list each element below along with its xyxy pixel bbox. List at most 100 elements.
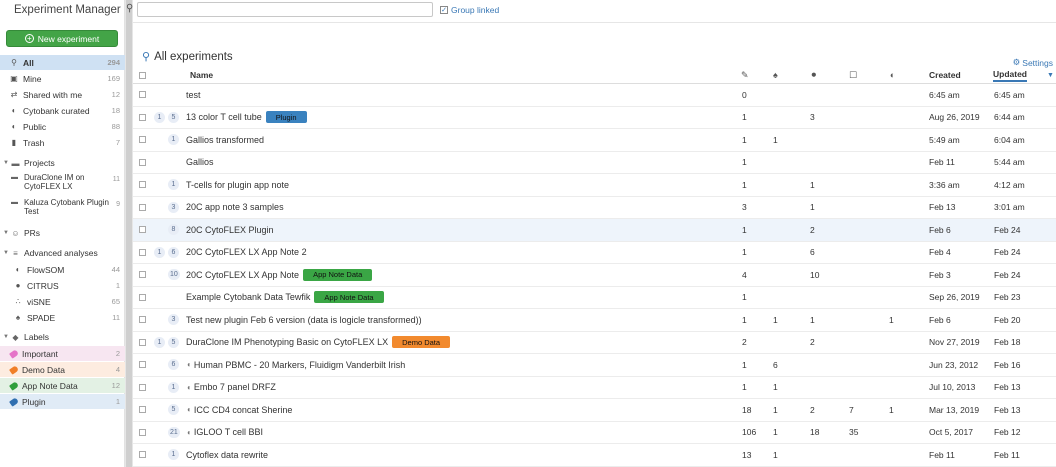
row-checkbox[interactable] — [139, 219, 146, 241]
row-badge-2[interactable]: 8 — [168, 219, 179, 241]
row-checkbox[interactable] — [139, 399, 146, 421]
column-created[interactable]: Created — [929, 67, 961, 83]
row-badge-2[interactable]: 1 — [168, 174, 179, 196]
column-updated[interactable]: Updated ▼ — [993, 67, 1054, 83]
experiment-name[interactable]: Gallios transformed — [186, 135, 264, 145]
table-row[interactable]: 21 ◐ IGLOO T cell BBI 106 1 18 35 Oct 5, 2017 Fe… — [133, 422, 1056, 444]
table-row[interactable]: 1 Gallios transformed 1 1 5:49 am 6:04 am — [133, 129, 1056, 152]
row-badge-2[interactable]: 6 — [168, 242, 179, 264]
experiment-name[interactable]: Gallios — [186, 157, 214, 167]
experiment-name[interactable]: test — [186, 90, 201, 100]
row-checkbox[interactable] — [139, 174, 146, 196]
experiment-name[interactable]: 20C CytoFLEX LX App Note 2 — [186, 247, 307, 257]
table-row[interactable]: 1 6 20C CytoFLEX LX App Note 2 1 6 Feb 4 Feb 2… — [133, 242, 1056, 264]
sidebar-label-important[interactable]: Important 2 — [0, 346, 125, 361]
table-row[interactable]: 1 Cytoflex data rewrite 13 1 Feb 11 Feb 11 — [133, 444, 1056, 467]
table-row[interactable]: 1 ◐ Embo 7 panel DRFZ 1 1 Jul 10, 2013 Feb 13 — [133, 377, 1056, 399]
sidebar-item-all[interactable]: ⚲ All 294 — [0, 55, 125, 70]
row-checkbox[interactable] — [139, 152, 146, 174]
row-checkbox[interactable] — [139, 129, 146, 151]
sidebar-section-prs[interactable]: ▼ ☺ PRs — [0, 226, 125, 240]
experiment-name[interactable]: Test new plugin Feb 6 version (data is l… — [186, 315, 422, 325]
row-badge-2[interactable]: 3 — [168, 309, 179, 331]
new-experiment-button[interactable]: + New experiment — [6, 30, 118, 47]
row-checkbox[interactable] — [139, 107, 146, 129]
table-row[interactable]: 1 T-cells for plugin app note 1 1 3:36 am 4:1… — [133, 174, 1056, 197]
row-checkbox[interactable] — [139, 84, 146, 106]
experiment-label-tag[interactable]: App Note Data — [314, 291, 384, 304]
experiment-name[interactable]: IGLOO T cell BBI — [194, 427, 263, 437]
sidebar-section-projects[interactable]: ▼ ▬ Projects — [0, 156, 125, 170]
spade-icon[interactable]: ♠ — [773, 67, 778, 83]
experiment-name[interactable]: Embo 7 panel DRFZ — [194, 382, 276, 392]
sidebar-analysis-spade[interactable]: ♠ SPADE 11 — [0, 310, 125, 325]
pencil-icon[interactable]: ✎ — [741, 67, 749, 83]
row-checkbox[interactable] — [139, 332, 146, 354]
row-badge-1[interactable]: 1 — [154, 332, 165, 354]
experiment-label-tag[interactable]: Demo Data — [392, 336, 451, 349]
sidebar-project-item[interactable]: ▬ Kaluza Cytobank Plugin Test 9 — [0, 198, 125, 216]
table-row[interactable]: 3 20C app note 3 samples 3 1 Feb 13 3:01 am — [133, 197, 1056, 219]
experiment-name[interactable]: DuraClone IM Phenotyping Basic on CytoFL… — [186, 337, 388, 347]
sidebar-scrollbar[interactable] — [125, 0, 133, 467]
experiment-name[interactable]: 20C CytoFLEX LX App Note — [186, 270, 299, 280]
sidebar-label-plugin[interactable]: Plugin 1 — [0, 394, 125, 409]
table-row[interactable]: Gallios 1 Feb 11 5:44 am — [133, 152, 1056, 174]
row-checkbox[interactable] — [139, 264, 146, 286]
row-badge-2[interactable]: 6 — [168, 354, 179, 376]
row-badge-1[interactable]: 1 — [154, 242, 165, 264]
experiment-name[interactable]: 20C CytoFLEX Plugin — [186, 225, 274, 235]
table-row[interactable]: Example Cytobank Data Tewfik App Note Dat… — [133, 287, 1056, 309]
sidebar-project-item[interactable]: ▬ DuraClone IM on CytoFLEX LX 11 — [0, 173, 125, 191]
select-all-checkbox[interactable] — [139, 67, 146, 83]
experiment-name[interactable]: Cytoflex data rewrite — [186, 450, 268, 460]
search-input[interactable] — [137, 2, 433, 17]
sidebar-section-labels[interactable]: ▼ ◆ Labels — [0, 330, 125, 344]
row-badge-2[interactable]: 5 — [168, 332, 179, 354]
row-checkbox[interactable] — [139, 422, 146, 444]
row-checkbox[interactable] — [139, 444, 146, 466]
sidebar-label-demo-data[interactable]: Demo Data 4 — [0, 362, 125, 377]
table-row[interactable]: 1 5 13 color T cell tube Plugin 1 3 Aug 26, 20… — [133, 107, 1056, 129]
scrollbar-thumb[interactable] — [126, 0, 132, 467]
row-checkbox[interactable] — [139, 287, 146, 309]
experiment-name[interactable]: 20C app note 3 samples — [186, 202, 284, 212]
pie-icon[interactable]: ◐ — [890, 67, 895, 83]
sidebar-analysis-visne[interactable]: ∴ viSNE 65 — [0, 294, 125, 309]
sidebar-item-trash[interactable]: ▮ Trash 7 — [0, 135, 125, 150]
sidebar-item-cytobank-curated[interactable]: ◐ Cytobank curated 18 — [0, 103, 125, 118]
table-row[interactable]: test 0 6:45 am 6:45 am — [133, 84, 1056, 107]
row-checkbox[interactable] — [139, 309, 146, 331]
experiment-name[interactable]: T-cells for plugin app note — [186, 180, 289, 190]
sidebar-label-app-note-data[interactable]: App Note Data 12 — [0, 378, 125, 393]
table-row[interactable]: 3 Test new plugin Feb 6 version (data is … — [133, 309, 1056, 332]
experiment-label-tag[interactable]: Plugin — [265, 111, 307, 124]
column-name[interactable]: Name — [190, 67, 213, 83]
table-row[interactable]: 5 ◐ ICC CD4 concat Sherine 18 1 2 7 1 Mar 13, 20… — [133, 399, 1056, 422]
table-row[interactable]: 8 20C CytoFLEX Plugin 1 2 Feb 6 Feb 24 — [133, 219, 1056, 242]
sidebar-item-mine[interactable]: ▣ Mine 169 — [0, 71, 125, 86]
row-checkbox[interactable] — [139, 354, 146, 376]
checkbox-icon[interactable]: ✓ — [440, 6, 448, 14]
row-checkbox[interactable] — [139, 197, 146, 219]
sidebar-item-shared-with-me[interactable]: ⇄ Shared with me 12 — [0, 87, 125, 102]
experiment-name[interactable]: ICC CD4 concat Sherine — [194, 405, 293, 415]
table-row[interactable]: 6 ◐ Human PBMC - 20 Markers, Fluidigm Vand… — [133, 354, 1056, 377]
row-checkbox[interactable] — [139, 242, 146, 264]
experiment-name[interactable]: 13 color T cell tube — [186, 112, 262, 122]
citrus-icon[interactable]: ⚫ — [810, 67, 818, 83]
row-badge-2[interactable]: 1 — [168, 129, 179, 151]
row-checkbox[interactable] — [139, 377, 146, 399]
sidebar-item-public[interactable]: ◐ Public 88 — [0, 119, 125, 134]
table-row[interactable]: 10 20C CytoFLEX LX App Note App Note Data 4… — [133, 264, 1056, 287]
row-badge-2[interactable]: 5 — [168, 399, 179, 421]
row-badge-2[interactable]: 1 — [168, 377, 179, 399]
row-badge-2[interactable]: 1 — [168, 444, 179, 466]
experiment-name[interactable]: Human PBMC - 20 Markers, Fluidigm Vander… — [194, 360, 405, 370]
sidebar-analysis-citrus[interactable]: ● CITRUS 1 — [0, 278, 125, 293]
leaf-icon[interactable]: ☐ — [849, 67, 857, 83]
sidebar-analysis-flowsom[interactable]: ◐ FlowSOM 44 — [0, 262, 125, 277]
row-badge-1[interactable]: 1 — [154, 107, 165, 129]
row-badge-2[interactable]: 3 — [168, 197, 179, 219]
row-badge-2[interactable]: 5 — [168, 107, 179, 129]
